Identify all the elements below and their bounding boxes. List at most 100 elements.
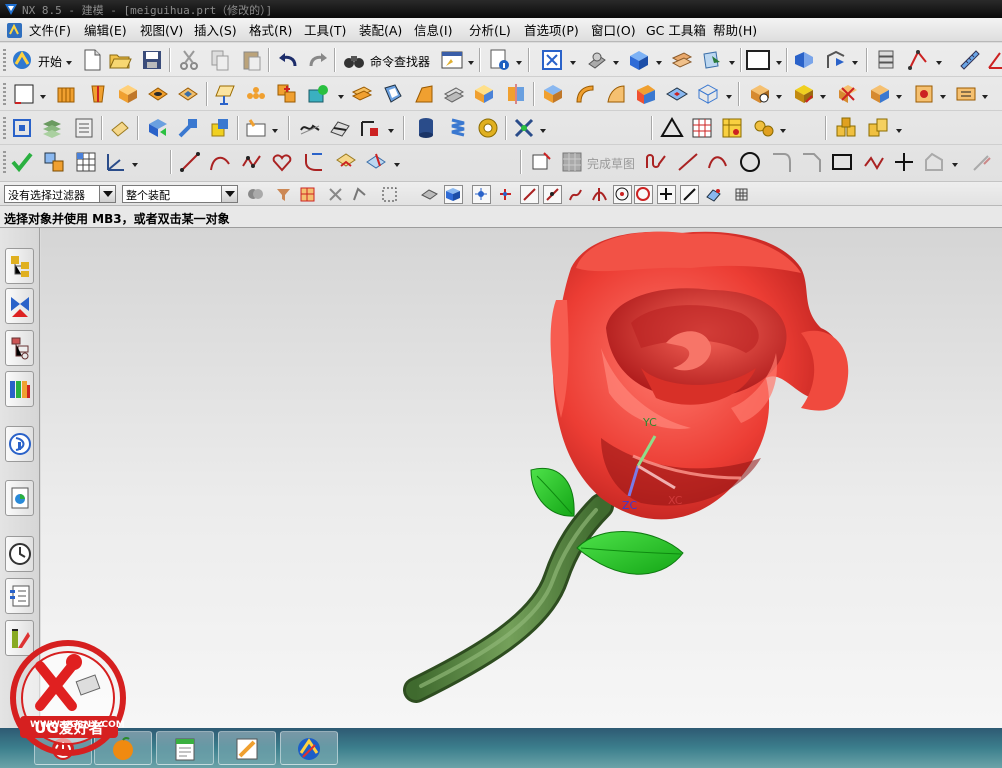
component-select-icon[interactable] [444, 185, 463, 204]
wcs-dynamic-icon[interactable] [824, 48, 848, 72]
shell-icon[interactable] [381, 82, 405, 106]
snap-on-curve-icon[interactable] [680, 185, 699, 204]
edit-positioning-icon[interactable] [208, 116, 232, 140]
snap-bounded-icon[interactable] [704, 185, 723, 204]
pull-dropdown-arrow[interactable] [820, 95, 827, 100]
information-icon[interactable] [488, 48, 512, 72]
finish-sketch-icon[interactable] [560, 150, 584, 174]
table-grid-icon[interactable] [690, 116, 714, 140]
bounded-plane-icon[interactable] [665, 82, 689, 106]
draft-icon[interactable] [412, 82, 436, 106]
menu-help[interactable]: 帮助(H) [713, 22, 757, 39]
text-annotation-icon[interactable] [244, 116, 268, 140]
quick-trim-icon[interactable] [970, 150, 994, 174]
sketch-options-icon[interactable] [530, 150, 554, 174]
studio-spline-icon[interactable] [240, 150, 264, 174]
cut-icon[interactable] [177, 48, 201, 72]
snap-intersection-icon[interactable] [590, 185, 609, 204]
dialog-window-icon[interactable] [440, 48, 464, 72]
toolbar-grip[interactable] [3, 49, 6, 71]
rose-leaf-right[interactable] [576, 531, 684, 575]
curve-dropdown-arrow[interactable] [388, 129, 395, 134]
pencil-app-icon[interactable] [218, 731, 276, 765]
pull-face-icon[interactable] [792, 82, 816, 106]
layer-settings-icon[interactable] [40, 116, 64, 140]
offset-curve-icon[interactable] [334, 150, 358, 174]
curve-tools-dropdown-arrow[interactable] [394, 163, 401, 168]
chevron-down-icon[interactable] [99, 186, 115, 202]
arc-icon[interactable] [208, 150, 232, 174]
add-component-icon[interactable] [866, 116, 890, 140]
assembly-navigator-icon[interactable] [5, 248, 34, 284]
chamfer-icon[interactable] [472, 82, 496, 106]
studio-surface-icon[interactable] [634, 82, 658, 106]
move-object-icon[interactable] [176, 116, 200, 140]
menu-gc-toolbox[interactable]: GC 工具箱 [646, 22, 706, 39]
feature-dropdown-arrow[interactable] [726, 95, 733, 100]
snap-quadrant-icon[interactable] [634, 185, 653, 204]
grid-table-icon[interactable] [74, 150, 98, 174]
resize-blend-icon[interactable] [912, 82, 936, 106]
snap-curve-icon[interactable] [566, 185, 585, 204]
background-color-icon[interactable] [746, 48, 770, 72]
snap-midpoint-icon[interactable] [543, 185, 562, 204]
snap-existing-point-icon[interactable] [657, 185, 676, 204]
sync-move-face-icon[interactable] [748, 82, 772, 106]
combine-dropdown-arrow[interactable] [338, 95, 345, 100]
system-materials-icon[interactable] [5, 578, 34, 614]
section-curve-icon[interactable] [298, 116, 322, 140]
cam-tools-icon[interactable] [752, 116, 776, 140]
save-icon[interactable] [140, 48, 164, 72]
replace-dropdown-arrow[interactable] [896, 95, 903, 100]
block-icon[interactable] [116, 82, 140, 106]
menu-view[interactable]: 视图(V) [140, 22, 183, 39]
menu-preferences[interactable]: 首选项(P) [524, 22, 579, 39]
part-list-icon[interactable] [72, 116, 96, 140]
open-folder-icon[interactable] [108, 48, 132, 72]
shaded-cube-icon[interactable] [627, 48, 651, 72]
pattern-icon[interactable] [244, 82, 268, 106]
view-dropdown-arrow[interactable] [570, 61, 577, 66]
sketch-line-icon[interactable] [676, 150, 700, 174]
menu-insert[interactable]: 插入(S) [194, 22, 237, 39]
heart-curve-icon[interactable] [270, 150, 294, 174]
rotate-view-icon[interactable] [585, 48, 609, 72]
start-dropdown-arrow[interactable] [66, 61, 73, 66]
deselect-icon[interactable] [326, 185, 345, 204]
thicken-icon[interactable] [541, 82, 565, 106]
snap-endpoint-icon[interactable] [472, 185, 491, 204]
part-navigator-icon[interactable] [5, 330, 34, 366]
wcs-orient-icon[interactable] [792, 48, 816, 72]
menu-window[interactable]: 窗口(O) [591, 22, 636, 39]
fit-view-icon[interactable] [540, 48, 564, 72]
history-icon[interactable] [5, 536, 34, 572]
hole-icon[interactable] [146, 82, 170, 106]
delete-face-icon[interactable] [836, 82, 860, 106]
offset-dropdown-arrow[interactable] [982, 95, 989, 100]
feature-playback-icon[interactable] [146, 116, 170, 140]
annotation-dropdown-arrow[interactable] [272, 129, 279, 134]
paste-icon[interactable] [240, 48, 264, 72]
layer-dropdown-arrow[interactable] [729, 61, 736, 66]
assembly-components-icon[interactable] [834, 116, 858, 140]
eraser-icon[interactable] [108, 116, 132, 140]
rose-model[interactable]: YC ZC XC [41, 228, 1002, 728]
through-curves-icon[interactable] [604, 82, 628, 106]
axes-icon[interactable] [104, 150, 128, 174]
dialog-dropdown-arrow[interactable] [468, 61, 475, 66]
solid-body-icon[interactable] [420, 185, 439, 204]
menu-edit[interactable]: 编辑(E) [84, 22, 127, 39]
toolbar-grip[interactable] [3, 151, 6, 173]
sync-dropdown-arrow[interactable] [776, 95, 783, 100]
wcs-dropdown-arrow[interactable] [852, 61, 859, 66]
rectangle-icon[interactable] [830, 150, 854, 174]
toolbar-grip[interactable] [3, 83, 6, 105]
graphics-window[interactable]: YC ZC XC [41, 228, 1002, 728]
menu-information[interactable]: 信息(I) [414, 22, 452, 39]
axes-dropdown-arrow[interactable] [132, 163, 139, 168]
polygon-icon[interactable] [922, 150, 946, 174]
spring-icon[interactable] [446, 116, 470, 140]
move-to-layer-icon[interactable] [700, 48, 724, 72]
select-grid-icon[interactable] [732, 185, 751, 204]
sketch-icon[interactable] [12, 82, 36, 106]
